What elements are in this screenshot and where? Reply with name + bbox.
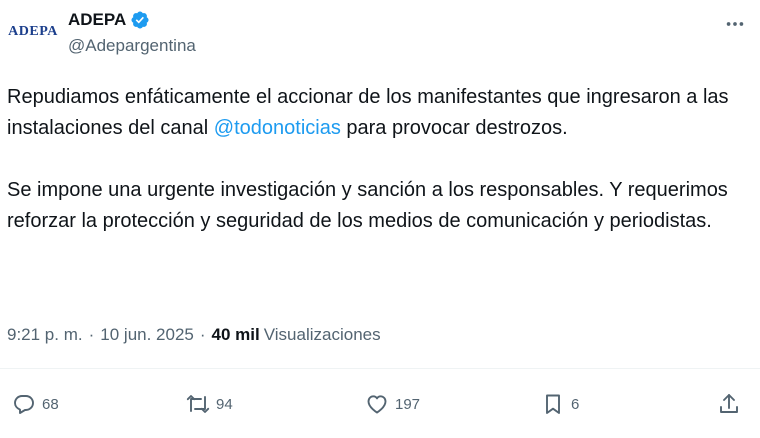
tweet-paragraph-1: Repudiamos enfáticamente el accionar de … xyxy=(7,82,747,144)
tweet-paragraph-2: Se impone una urgente investigación y sa… xyxy=(7,179,728,232)
meta-separator: · xyxy=(88,325,95,344)
repost-button[interactable]: 94 xyxy=(186,390,233,418)
display-name[interactable]: ADEPA xyxy=(68,10,126,30)
views-label: Visualizaciones xyxy=(263,325,381,344)
tweet-meta: 9:21 p. m. · 10 jun. 2025 · 40 mil Visua… xyxy=(7,325,381,345)
mention-link[interactable]: @todonoticias xyxy=(214,117,341,139)
views-count: 40 mil xyxy=(211,325,260,344)
divider xyxy=(0,368,760,369)
reply-icon xyxy=(14,395,34,414)
name-row: ADEPA xyxy=(68,10,150,30)
repost-count: 94 xyxy=(216,395,233,413)
tweet-date[interactable]: 10 jun. 2025 xyxy=(100,325,194,345)
bookmark-icon xyxy=(546,394,560,414)
heart-icon xyxy=(367,395,387,414)
tweet-time[interactable]: 9:21 p. m. xyxy=(7,325,83,345)
verified-badge-icon[interactable] xyxy=(130,10,150,30)
tweet-text: Repudiamos enfáticamente el accionar de … xyxy=(7,82,747,237)
more-button[interactable] xyxy=(720,14,750,34)
tweet-card: ADEPA ADEPA @Adepargentina Repudiamos en… xyxy=(0,0,760,438)
user-handle[interactable]: @Adepargentina xyxy=(68,36,196,56)
share-button[interactable] xyxy=(717,390,741,418)
more-icon xyxy=(726,22,744,26)
bookmark-count: 6 xyxy=(571,395,580,413)
reply-count: 68 xyxy=(42,395,59,413)
tweet-text-after-mention: para provocar destrozos. xyxy=(340,117,568,139)
avatar[interactable]: ADEPA xyxy=(6,22,60,42)
bookmark-button[interactable]: 6 xyxy=(541,390,579,418)
like-count: 197 xyxy=(395,395,421,413)
meta-separator: · xyxy=(199,325,206,344)
share-icon xyxy=(720,394,738,413)
reply-button[interactable]: 68 xyxy=(12,390,59,418)
repost-icon xyxy=(186,395,210,413)
like-button[interactable]: 197 xyxy=(365,390,420,418)
